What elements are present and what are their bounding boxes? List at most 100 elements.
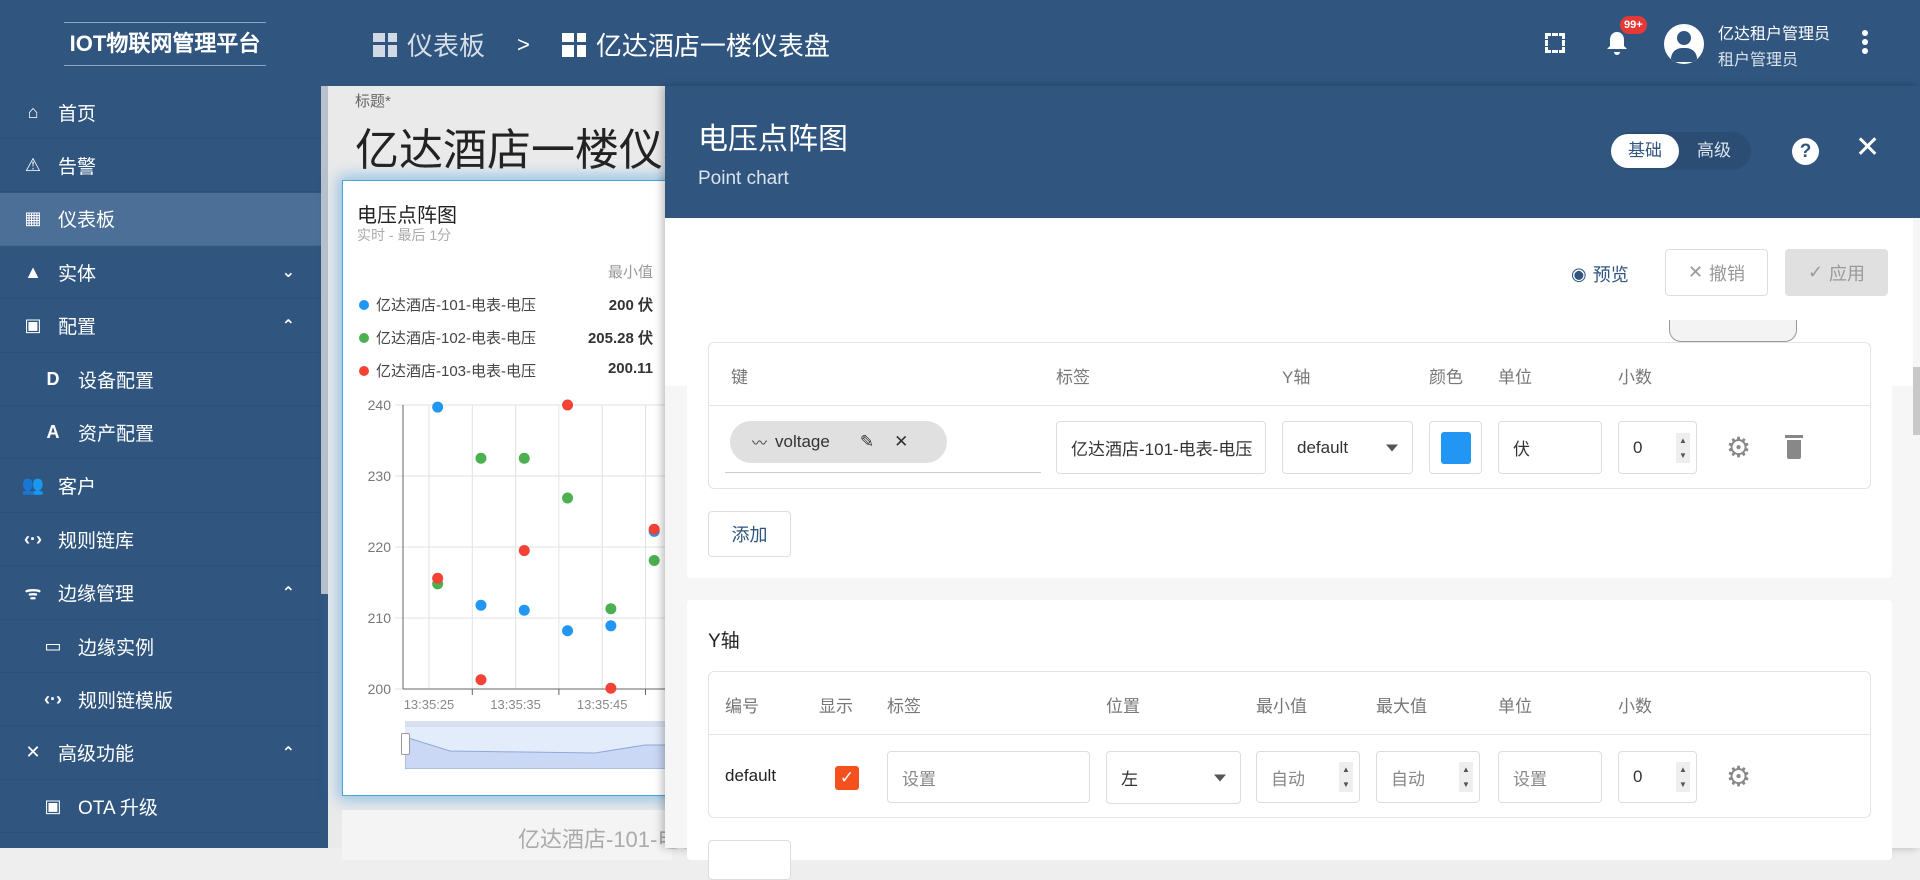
apply-button[interactable]: ✓ 应用 [1785,249,1888,296]
antenna-icon: ᯤ [24,582,42,603]
unit-input[interactable]: 伏 [1498,421,1602,474]
user-role: 租户管理员 [1718,52,1799,69]
undo-button[interactable]: ✕ 撤销 [1665,249,1768,296]
breadcrumb-dashboards[interactable]: 仪表板 [407,26,485,63]
series-card: 键 标签 Y轴 颜色 单位 小数 〰 voltage ✎ ✕ 亿达酒店-101-… [687,320,1892,578]
chevron-icon[interactable]: ⌃ [282,583,295,603]
sidebar-item-12[interactable]: ✕ 高级功能 ⌃ [0,727,321,780]
x-tick-label: 13:35:45 [577,697,628,712]
sidebar-item-10[interactable]: ▭ 边缘实例 [0,620,321,673]
sidebar: ⌂ 首页 ⚠ 告警 ▦ 仪表板 ▲ 实体 ⌄ ▣ 配置 ⌃ D 设备配置 A 资… [0,86,328,848]
col-unit: 单位 [1498,368,1532,387]
data-point [475,674,487,686]
yaxis-label-input[interactable]: 设置 [887,751,1090,803]
more-menu-icon[interactable] [1862,30,1868,54]
show-checkbox[interactable]: ✓ [835,766,859,790]
tab-basic[interactable]: 基础 [1611,134,1679,168]
add-axis-button-partial[interactable] [708,840,791,880]
tab-advanced[interactable]: 高级 [1681,134,1747,168]
point-chart-widget[interactable]: 电压点阵图 实时 - 最后 1分 最小值 亿达酒店-101-电表-电压 200 … [342,180,675,796]
sidebar-item-label: 实体 [58,263,97,285]
home-icon: ⌂ [27,101,39,122]
yaxis-unit-input[interactable]: 设置 [1498,751,1602,803]
settings-gear-icon[interactable]: ⚙ [1726,431,1751,464]
data-zoom-slider[interactable] [401,721,675,769]
preview-button[interactable]: ◉ 预览 [1571,261,1629,287]
col-label: 标签 [1056,368,1090,387]
title-field-label: 标题* [355,93,391,110]
sidebar-item-11[interactable]: ‹·› 规则链模版 [0,673,321,727]
sidebar-item-0[interactable]: ⌂ 首页 [0,86,321,139]
sidebar-item-8[interactable]: ‹·› 规则链库 [0,513,321,567]
user-name: 亿达租户管理员 [1718,26,1831,43]
sidebar-item-13[interactable]: ▣ OTA 升级 [0,780,321,834]
position-select[interactable]: 左 [1106,751,1241,804]
entity-icon: ▲ [24,261,42,282]
stepper-icon[interactable]: ▲ ▼ [1676,432,1690,463]
decimals-value: 0 [1633,437,1643,457]
sidebar-item-2[interactable]: ▦ 仪表板 [0,192,321,246]
help-icon[interactable]: ? [1792,138,1819,165]
sidebar-item-6[interactable]: A 资产配置 [0,406,321,460]
data-point [432,401,444,413]
rule-chain-template-icon: ‹·› [44,688,62,709]
yaxis-decimals-input[interactable]: 0 ▲ ▼ [1618,751,1697,803]
sidebar-item-4[interactable]: ▣ 配置 ⌃ [0,300,321,353]
sidebar-item-label: 告警 [58,156,97,178]
decimals-input[interactable]: 0 ▲ ▼ [1618,421,1697,474]
sidebar-item-3[interactable]: ▲ 实体 ⌄ [0,246,321,300]
yaxis-select[interactable]: default [1282,421,1413,474]
apply-label: 应用 [1829,263,1866,284]
sidebar-item-label: 边缘实例 [78,637,155,659]
key-chip-label: voltage [775,432,830,451]
y-tick-label: 240 [368,397,392,413]
add-series-button[interactable]: 添加 [708,511,791,557]
series-label-input[interactable]: 亿达酒店-101-电表-电压 [1056,421,1266,474]
col-decimals: 小数 [1618,368,1652,387]
max-input[interactable]: 自动 ▲ ▼ [1376,751,1480,803]
panel-scrollbar[interactable] [1913,367,1920,435]
stepper-icon[interactable]: ▲ ▼ [1339,762,1353,792]
close-icon[interactable]: ✕ [1855,130,1880,165]
col-max: 最大值 [1376,697,1427,716]
sidebar-item-1[interactable]: ⚠ 告警 [0,139,321,193]
tools-icon: ✕ [25,742,41,763]
delete-icon[interactable] [1785,435,1803,459]
scatter-chart: 200 210 220 230 240 13:35:25 13:35:35 13:35:45 [368,397,673,712]
yaxis-select-value: default [1297,437,1349,457]
slider-handle[interactable] [401,733,410,755]
remove-chip-icon[interactable]: ✕ [894,432,908,452]
y-tick-label: 200 [368,681,392,697]
sidebar-item-5[interactable]: D 设备配置 [0,353,321,406]
panel-title: 电压点阵图 [698,123,848,156]
y-tick-label: 220 [368,539,392,555]
yaxis-card: Y轴 编号 显示 标签 位置 最小值 最大值 单位 小数 default ✓ 设… [687,600,1892,880]
chevron-icon[interactable]: ⌄ [282,262,295,282]
key-chip[interactable]: 〰 voltage ✎ ✕ [730,421,947,463]
stepper-icon[interactable]: ▲ ▼ [1676,762,1690,792]
asset-profile-icon: A [46,421,60,442]
sidebar-item-14[interactable]: ● 版本控制 [0,834,321,848]
badge-icon: ▣ [24,315,42,336]
avatar[interactable] [1664,24,1704,64]
fullscreen-icon[interactable] [1545,33,1565,53]
settings-gear-icon[interactable]: ⚙ [1726,760,1751,793]
min-input[interactable]: 自动 ▲ ▼ [1256,751,1360,803]
sidebar-item-7[interactable]: 👥 客户 [0,460,321,513]
color-picker[interactable] [1429,421,1482,474]
data-point [562,625,574,637]
decimals-value: 0 [1633,767,1643,786]
chevron-icon[interactable]: ⌃ [282,743,295,763]
edit-icon[interactable]: ✎ [860,432,874,452]
action-bar: ◉ 预览 ✕ 撤销 ✓ 应用 [665,218,1913,318]
sidebar-item-9[interactable]: ᯤ 边缘管理 ⌃ [0,567,321,620]
sidebar-scrollbar[interactable] [321,86,328,594]
y-tick-label: 210 [368,610,392,626]
dashboard-icon: ▦ [24,208,42,229]
sidebar-item-label: 首页 [58,103,97,125]
min-placeholder: 自动 [1271,769,1305,789]
notifications-button[interactable]: 99+ [1606,16,1647,56]
chevron-icon[interactable]: ⌃ [282,316,295,336]
stepper-icon[interactable]: ▲ ▼ [1459,762,1473,792]
top-bar: IOT物联网管理平台 仪表板 > 亿达酒店一楼仪表盘 99+ 亿达租户管理员 租… [0,0,1920,86]
